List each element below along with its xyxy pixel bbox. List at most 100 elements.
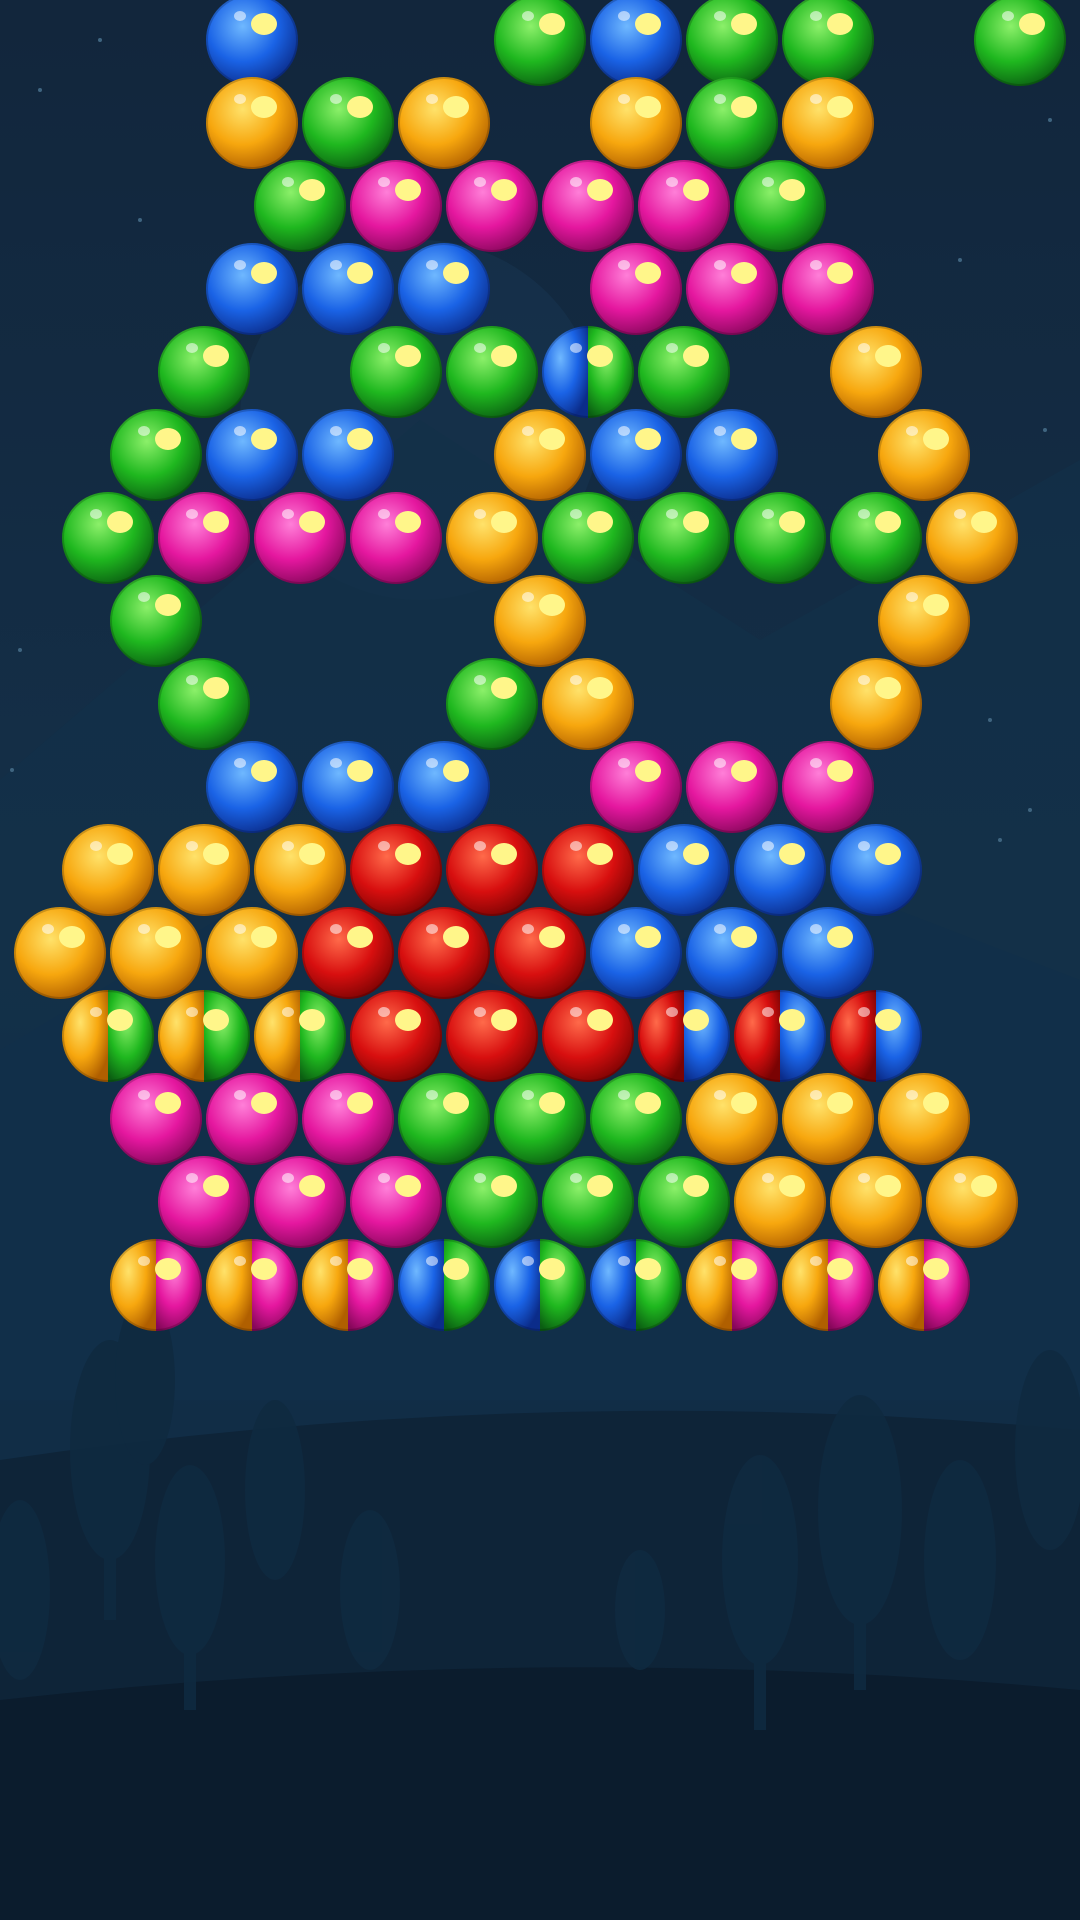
red-bubble[interactable] — [494, 907, 586, 999]
red-blue-split-bubble[interactable] — [734, 990, 826, 1082]
blue-bubble[interactable] — [686, 907, 778, 999]
pink-bubble[interactable] — [254, 1156, 346, 1248]
pink-bubble[interactable] — [782, 243, 874, 335]
yellow-bubble[interactable] — [62, 824, 154, 916]
yellow-bubble[interactable] — [446, 492, 538, 584]
blue-bubble[interactable] — [590, 0, 682, 86]
green-bubble[interactable] — [110, 409, 202, 501]
blue-bubble[interactable] — [206, 741, 298, 833]
yellow-pink-split-bubble[interactable] — [686, 1239, 778, 1331]
blue-bubble[interactable] — [590, 907, 682, 999]
game-screen[interactable] — [0, 0, 1080, 1920]
blue-bubble[interactable] — [398, 243, 490, 335]
pink-bubble[interactable] — [350, 1156, 442, 1248]
red-blue-split-bubble[interactable] — [830, 990, 922, 1082]
blue-bubble[interactable] — [686, 409, 778, 501]
blue-bubble[interactable] — [206, 409, 298, 501]
yellow-bubble[interactable] — [878, 1073, 970, 1165]
red-bubble[interactable] — [398, 907, 490, 999]
yellow-bubble[interactable] — [206, 77, 298, 169]
pink-bubble[interactable] — [110, 1073, 202, 1165]
green-bubble[interactable] — [158, 658, 250, 750]
yellow-bubble[interactable] — [542, 658, 634, 750]
yellow-bubble[interactable] — [158, 824, 250, 916]
green-bubble[interactable] — [254, 160, 346, 252]
blue-bubble[interactable] — [734, 824, 826, 916]
yellow-bubble[interactable] — [926, 1156, 1018, 1248]
green-bubble[interactable] — [446, 1156, 538, 1248]
green-bubble[interactable] — [302, 77, 394, 169]
green-bubble[interactable] — [110, 575, 202, 667]
blue-bubble[interactable] — [830, 824, 922, 916]
pink-bubble[interactable] — [254, 492, 346, 584]
yellow-bubble[interactable] — [734, 1156, 826, 1248]
yellow-pink-split-bubble[interactable] — [878, 1239, 970, 1331]
yellow-green-split-bubble[interactable] — [62, 990, 154, 1082]
green-bubble[interactable] — [158, 326, 250, 418]
green-bubble[interactable] — [734, 160, 826, 252]
yellow-bubble[interactable] — [782, 1073, 874, 1165]
yellow-bubble[interactable] — [686, 1073, 778, 1165]
green-bubble[interactable] — [638, 1156, 730, 1248]
yellow-pink-split-bubble[interactable] — [110, 1239, 202, 1331]
green-bubble[interactable] — [590, 1073, 682, 1165]
blue-bubble[interactable] — [302, 243, 394, 335]
pink-bubble[interactable] — [686, 741, 778, 833]
green-bubble[interactable] — [494, 0, 586, 86]
yellow-bubble[interactable] — [926, 492, 1018, 584]
pink-bubble[interactable] — [590, 243, 682, 335]
pink-bubble[interactable] — [350, 492, 442, 584]
blue-bubble[interactable] — [782, 907, 874, 999]
red-bubble[interactable] — [350, 824, 442, 916]
blue-bubble[interactable] — [302, 741, 394, 833]
yellow-green-split-bubble[interactable] — [254, 990, 346, 1082]
red-bubble[interactable] — [446, 990, 538, 1082]
green-bubble[interactable] — [494, 1073, 586, 1165]
pink-bubble[interactable] — [446, 160, 538, 252]
green-bubble[interactable] — [398, 1073, 490, 1165]
yellow-bubble[interactable] — [494, 575, 586, 667]
blue-green-split-bubble[interactable] — [542, 326, 634, 418]
yellow-bubble[interactable] — [206, 907, 298, 999]
blue-green-split-bubble[interactable] — [494, 1239, 586, 1331]
pink-bubble[interactable] — [542, 160, 634, 252]
yellow-bubble[interactable] — [782, 77, 874, 169]
pink-bubble[interactable] — [638, 160, 730, 252]
green-bubble[interactable] — [638, 492, 730, 584]
yellow-pink-split-bubble[interactable] — [782, 1239, 874, 1331]
yellow-bubble[interactable] — [254, 824, 346, 916]
yellow-bubble[interactable] — [830, 1156, 922, 1248]
yellow-bubble[interactable] — [830, 326, 922, 418]
blue-bubble[interactable] — [398, 741, 490, 833]
yellow-bubble[interactable] — [878, 409, 970, 501]
pink-bubble[interactable] — [302, 1073, 394, 1165]
green-bubble[interactable] — [62, 492, 154, 584]
blue-green-split-bubble[interactable] — [398, 1239, 490, 1331]
red-bubble[interactable] — [446, 824, 538, 916]
green-bubble[interactable] — [686, 0, 778, 86]
green-bubble[interactable] — [638, 326, 730, 418]
green-bubble[interactable] — [350, 326, 442, 418]
blue-bubble[interactable] — [590, 409, 682, 501]
red-bubble[interactable] — [542, 824, 634, 916]
pink-bubble[interactable] — [782, 741, 874, 833]
yellow-bubble[interactable] — [494, 409, 586, 501]
green-bubble[interactable] — [542, 492, 634, 584]
green-bubble[interactable] — [830, 492, 922, 584]
red-bubble[interactable] — [542, 990, 634, 1082]
green-bubble[interactable] — [446, 658, 538, 750]
yellow-bubble[interactable] — [830, 658, 922, 750]
pink-bubble[interactable] — [206, 1073, 298, 1165]
green-bubble[interactable] — [782, 0, 874, 86]
yellow-bubble[interactable] — [398, 77, 490, 169]
green-bubble[interactable] — [974, 0, 1066, 86]
red-bubble[interactable] — [350, 990, 442, 1082]
green-bubble[interactable] — [542, 1156, 634, 1248]
green-bubble[interactable] — [446, 326, 538, 418]
pink-bubble[interactable] — [350, 160, 442, 252]
yellow-pink-split-bubble[interactable] — [302, 1239, 394, 1331]
green-bubble[interactable] — [686, 77, 778, 169]
blue-bubble[interactable] — [206, 0, 298, 86]
yellow-green-split-bubble[interactable] — [158, 990, 250, 1082]
pink-bubble[interactable] — [158, 1156, 250, 1248]
